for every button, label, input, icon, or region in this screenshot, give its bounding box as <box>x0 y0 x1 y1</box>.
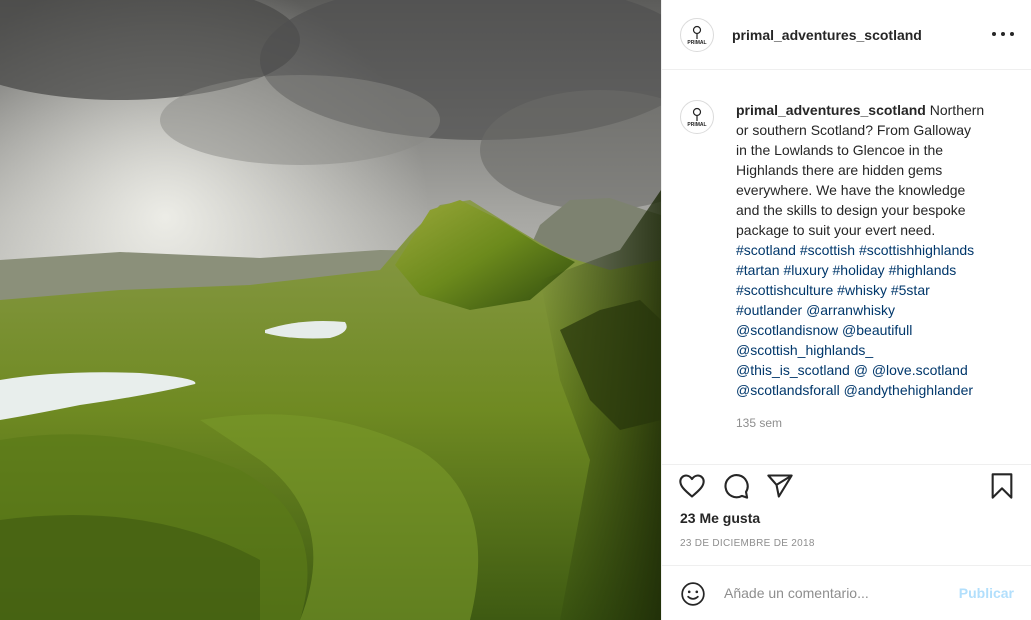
mention-link[interactable]: @scotlandisnow <box>736 322 838 338</box>
hashtag-link[interactable]: #highlands <box>889 262 957 278</box>
hashtag-line: #scottishculture #whisky #5star <box>736 280 1021 300</box>
action-bar <box>662 466 1031 506</box>
mention-link[interactable]: @scotlandsforall <box>736 382 840 398</box>
heart-icon[interactable] <box>678 472 706 500</box>
comment-input[interactable] <box>724 582 944 604</box>
more-options-icon <box>992 32 996 36</box>
mention-line: @this_is_scotland @ @love.scotland <box>736 360 1021 380</box>
mention-link[interactable]: @andythehighlander <box>844 382 973 398</box>
hashtag-link[interactable]: #whisky <box>837 282 887 298</box>
mention-link[interactable]: @this_is_scotland <box>736 362 850 378</box>
comment-bar: Publicar <box>662 565 1031 620</box>
hashtag-link[interactable]: #scottish <box>800 242 855 258</box>
post-username[interactable]: primal_adventures_scotland <box>732 27 922 43</box>
avatar[interactable]: PRIMAL <box>680 17 714 52</box>
hashtag-link[interactable]: #luxury <box>783 262 828 278</box>
mention-line: @scotlandsforall @andythehighlander <box>736 380 1021 400</box>
hashtag-link[interactable]: #outlander <box>736 302 802 318</box>
primal-logo-icon: PRIMAL <box>687 25 707 46</box>
landscape-image <box>0 0 661 620</box>
mention-link[interactable]: @beautifull <box>842 322 912 338</box>
hashtag-link[interactable]: #holiday <box>833 262 885 278</box>
primal-logo-icon: PRIMAL <box>687 107 707 128</box>
mention-line: @scottish_highlands_ <box>736 340 1021 360</box>
hashtag-link[interactable]: #scottishhighlands <box>859 242 974 258</box>
post-panel: PRIMAL primal_adventures_scotland PRIMAL… <box>661 0 1031 620</box>
mention-link[interactable]: @scottish_highlands_ <box>736 342 873 358</box>
mention-link[interactable]: @arranwhisky <box>806 302 895 318</box>
hashtag-link[interactable]: #tartan <box>736 262 780 278</box>
svg-text:PRIMAL: PRIMAL <box>687 122 706 128</box>
mention-link[interactable]: @ <box>854 362 868 378</box>
caption-section: PRIMAL primal_adventures_scotland Northe… <box>662 70 1031 465</box>
post-header: PRIMAL primal_adventures_scotland <box>662 0 1031 70</box>
share-icon[interactable] <box>766 472 794 500</box>
hashtag-line: #tartan #luxury #holiday #highlands <box>736 260 1021 280</box>
hashtag-link[interactable]: #scotland <box>736 242 796 258</box>
bookmark-icon[interactable] <box>988 472 1016 500</box>
hashtag-line: #scotland #scottish #scottishhighlands <box>736 240 1021 260</box>
hashtag-link[interactable]: #5star <box>891 282 930 298</box>
comment-icon[interactable] <box>722 472 750 500</box>
caption-timestamp[interactable]: 135 sem <box>736 416 782 430</box>
post-photo[interactable] <box>0 0 661 620</box>
likes-count[interactable]: 23 Me gusta <box>680 510 760 526</box>
more-options-button[interactable] <box>992 24 1014 44</box>
caption-text: primal_adventures_scotland Northern or s… <box>736 100 1021 400</box>
svg-text:PRIMAL: PRIMAL <box>687 40 706 46</box>
publish-button[interactable]: Publicar <box>959 585 1014 601</box>
post-date: 23 DE DICIEMBRE DE 2018 <box>680 538 815 549</box>
mention-line: @scotlandisnow @beautifull <box>736 320 1021 340</box>
mention-link[interactable]: @love.scotland <box>872 362 968 378</box>
emoji-icon[interactable] <box>680 581 706 607</box>
hashtag-link[interactable]: #scottishculture <box>736 282 833 298</box>
caption-username[interactable]: primal_adventures_scotland <box>736 102 926 118</box>
caption-avatar[interactable]: PRIMAL <box>680 100 714 134</box>
hashtag-line: #outlander @arranwhisky <box>736 300 1021 320</box>
